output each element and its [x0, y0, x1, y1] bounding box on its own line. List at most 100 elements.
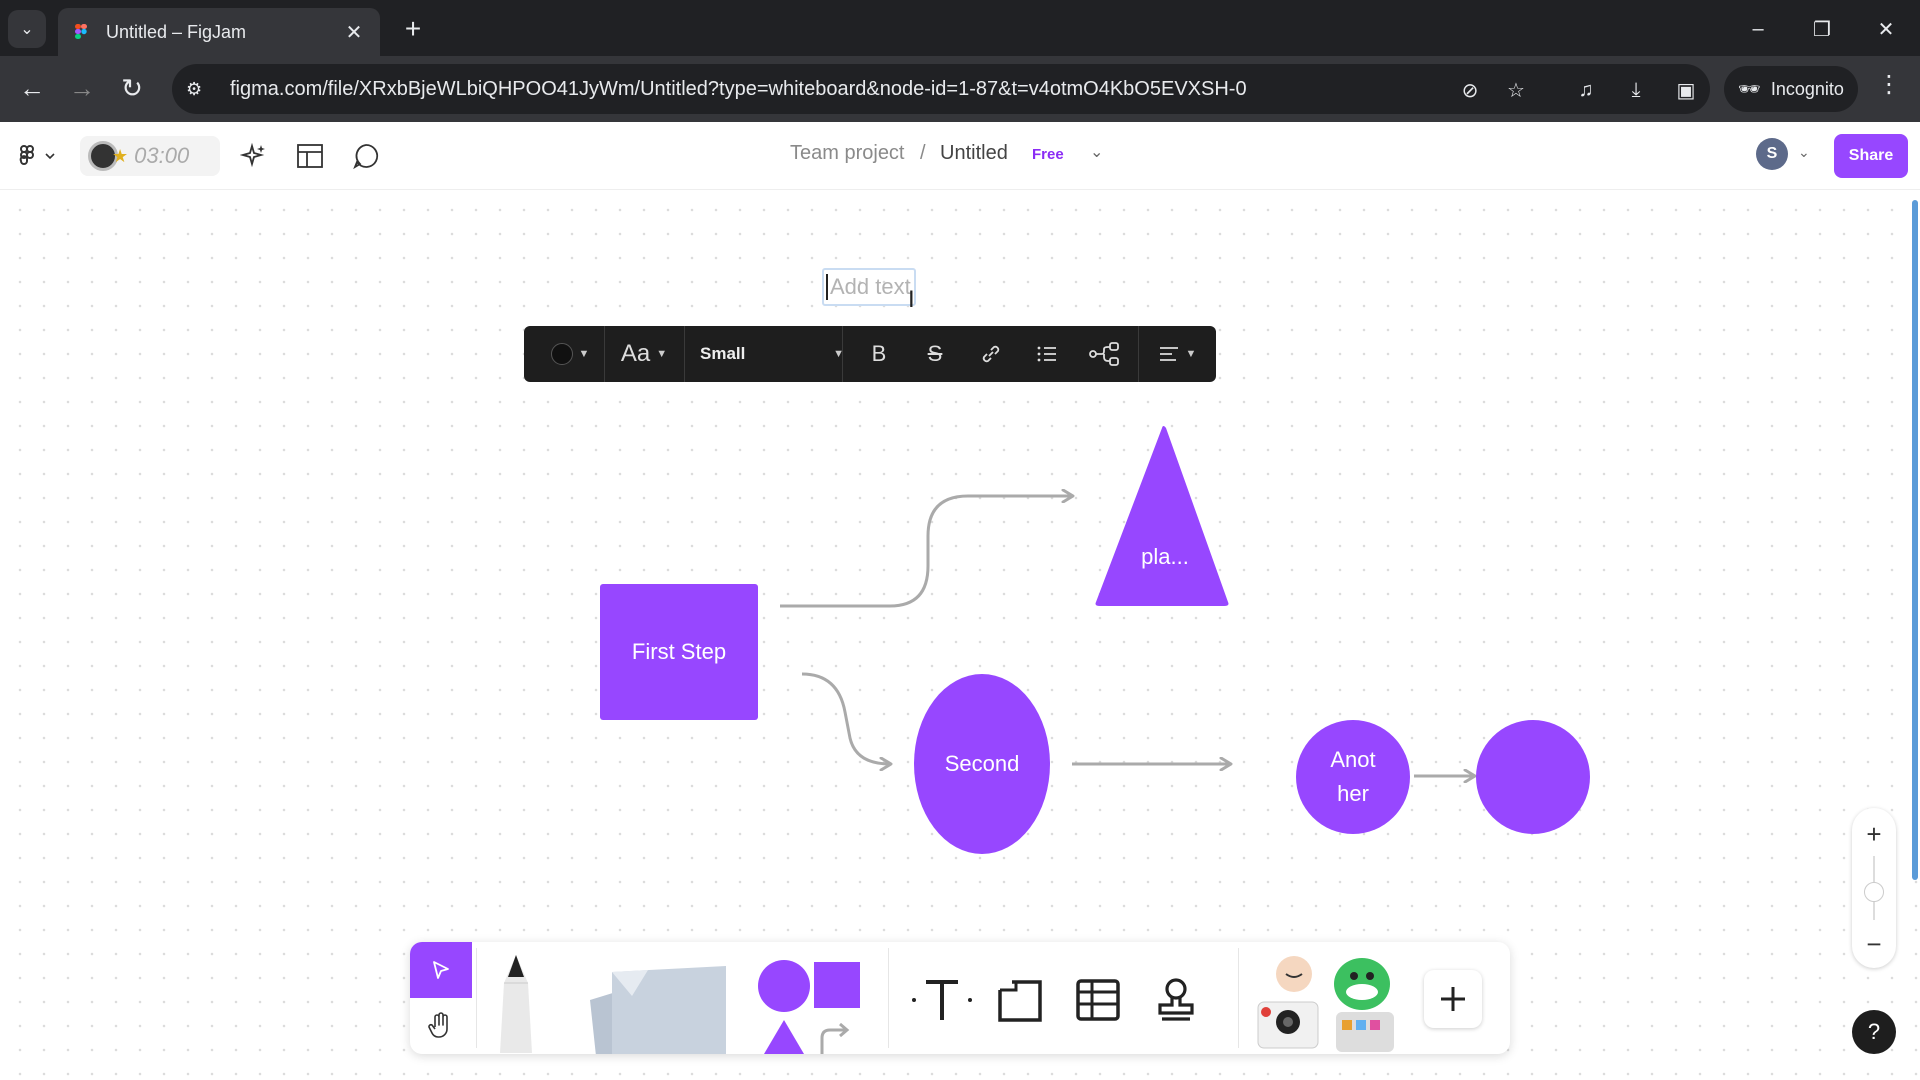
zoom-out-button[interactable]: − — [1852, 926, 1896, 962]
omnibox[interactable]: ⚙ figma.com/file/XRxbBjeWLbiQHPOO41JyWm/… — [172, 64, 1710, 114]
chevron-down-icon[interactable]: ⌄ — [1090, 142, 1103, 162]
shapes-icon — [758, 960, 860, 1054]
address-bar-row: ← → ↻ ⚙ figma.com/file/XRxbBjeWLbiQHPOO4… — [0, 56, 1920, 122]
browser-tab[interactable]: Untitled – FigJam ✕ — [58, 8, 380, 56]
reload-button[interactable]: ↻ — [112, 68, 152, 108]
shape-second[interactable]: Second — [914, 674, 1050, 854]
toolbar-divider — [604, 326, 605, 382]
figma-favicon-icon — [75, 24, 87, 39]
table-tool[interactable] — [1068, 968, 1128, 1032]
bookmark-star-icon[interactable]: ☆ — [1500, 74, 1532, 106]
font-icon: Aa — [620, 340, 651, 367]
toolbar-divider — [888, 948, 889, 1048]
timer-value: 03:00 — [134, 143, 190, 168]
pencil-tool[interactable] — [470, 952, 562, 1054]
stickers-icon — [1257, 956, 1394, 1052]
layout-icon[interactable] — [292, 138, 328, 174]
back-button[interactable]: ← — [12, 68, 52, 108]
url-text[interactable]: figma.com/file/XRxbBjeWLbiQHPOO41JyWm/Un… — [230, 78, 1247, 101]
bottom-toolbar — [410, 942, 1510, 1054]
browser-tabbar: ⌄ Untitled – FigJam ✕ + – ❐ ✕ — [0, 0, 1920, 56]
shape-empty-circle[interactable] — [1476, 720, 1590, 834]
download-icon[interactable]: ⤓ — [1620, 74, 1652, 106]
tab-close-icon[interactable]: ✕ — [342, 20, 366, 45]
incognito-indicator[interactable]: 🕶 Incognito — [1724, 66, 1858, 112]
chevron-down-icon: ▼ — [1185, 348, 1197, 360]
breadcrumb-separator: / — [920, 142, 926, 164]
text-format-toolbar: ▼ Aa ▼ Small ▼ B S ▼ — [524, 326, 1216, 382]
vertical-scrollbar[interactable] — [1912, 200, 1918, 880]
star-icon: ★ — [112, 145, 129, 166]
align-icon[interactable]: ▼ — [1144, 326, 1210, 382]
zoom-slider-knob[interactable] — [1864, 882, 1884, 902]
text-tool-icon — [912, 980, 972, 1020]
ai-sparkle-icon[interactable] — [236, 138, 272, 174]
user-avatar[interactable]: S — [1756, 138, 1788, 170]
select-tool[interactable] — [410, 942, 472, 998]
close-window-button[interactable]: ✕ — [1866, 12, 1906, 46]
share-button[interactable]: Share — [1834, 134, 1908, 178]
color-swatch — [550, 343, 573, 365]
more-tools-button[interactable] — [1424, 970, 1482, 1028]
forward-button[interactable]: → — [62, 68, 102, 108]
add-icon — [1441, 987, 1465, 1011]
strikethrough-icon[interactable]: S — [910, 326, 960, 382]
tab-search-button[interactable]: ⌄ — [8, 10, 46, 48]
toolbar-divider — [1138, 326, 1139, 382]
list-icon[interactable] — [1022, 326, 1072, 382]
shape-another[interactable]: Anot her — [1296, 720, 1410, 834]
font-size-value: Small — [700, 344, 746, 363]
text-caret — [826, 274, 828, 300]
connector-icon[interactable] — [1076, 326, 1132, 382]
file-title[interactable]: Untitled — [940, 142, 1008, 165]
toolbar-divider — [684, 326, 685, 382]
text-tool[interactable] — [910, 968, 974, 1032]
hand-tool[interactable] — [410, 998, 472, 1054]
figjam-header: ★ 03:00 Team project / Untitled Free ⌄ — [0, 122, 1920, 190]
help-button[interactable]: ? — [1852, 1010, 1896, 1054]
text-input[interactable]: Add text — [822, 268, 916, 306]
section-tool[interactable] — [990, 968, 1050, 1032]
pencil-icon — [500, 955, 532, 1053]
font-size-select[interactable]: Small ▼ — [692, 326, 852, 382]
sticky-note-tool[interactable] — [582, 960, 732, 1054]
media-control-icon[interactable]: ♫ — [1570, 74, 1602, 106]
table-icon — [1076, 979, 1120, 1021]
figma-menu-icon[interactable] — [16, 138, 60, 174]
toolbar-divider — [1238, 948, 1239, 1048]
incognito-icon: 🕶 — [1738, 78, 1761, 99]
font-family-button[interactable]: Aa ▼ — [608, 326, 680, 382]
breadcrumb-project[interactable]: Team project — [790, 142, 905, 165]
link-icon[interactable] — [966, 326, 1016, 382]
text-color-picker[interactable]: ▼ — [540, 326, 600, 382]
stickers-tool[interactable] — [1250, 950, 1400, 1054]
zoom-controls: + − — [1852, 808, 1896, 968]
sticky-note-icon — [590, 966, 726, 1054]
chevron-down-icon: ▼ — [656, 348, 668, 360]
shape-first-step[interactable]: First Step — [600, 584, 758, 720]
section-icon — [998, 980, 1042, 1022]
eye-off-icon[interactable]: ⊘ — [1454, 74, 1486, 106]
incognito-label: Incognito — [1770, 78, 1844, 99]
stamp-tool[interactable] — [1146, 968, 1206, 1032]
side-panel-icon[interactable]: ▣ — [1670, 74, 1702, 106]
bold-icon[interactable]: B — [854, 326, 904, 382]
restore-button[interactable]: ❐ — [1802, 12, 1842, 46]
tab-title: Untitled – FigJam — [106, 21, 247, 42]
stamp-icon — [1158, 978, 1194, 1021]
timer[interactable]: ★ 03:00 — [80, 136, 220, 176]
zoom-in-button[interactable]: + — [1852, 816, 1896, 852]
site-info-icon[interactable]: ⚙ — [186, 79, 216, 100]
shapes-tool[interactable] — [750, 958, 870, 1054]
plan-badge[interactable]: Free — [1026, 144, 1070, 165]
comment-icon[interactable] — [348, 138, 384, 174]
toolbar-divider — [842, 326, 843, 382]
avatar-chevron-down-icon[interactable]: ⌄ — [1798, 144, 1810, 161]
triangle-label[interactable]: pla... — [1130, 544, 1200, 570]
chevron-down-icon: ▼ — [578, 348, 590, 360]
new-tab-button[interactable]: + — [396, 12, 430, 46]
browser-menu-icon[interactable]: ⋮ — [1874, 70, 1904, 99]
ibeam-cursor-icon: I — [908, 286, 915, 313]
text-placeholder: Add text — [830, 274, 911, 299]
minimize-button[interactable]: – — [1738, 12, 1778, 46]
